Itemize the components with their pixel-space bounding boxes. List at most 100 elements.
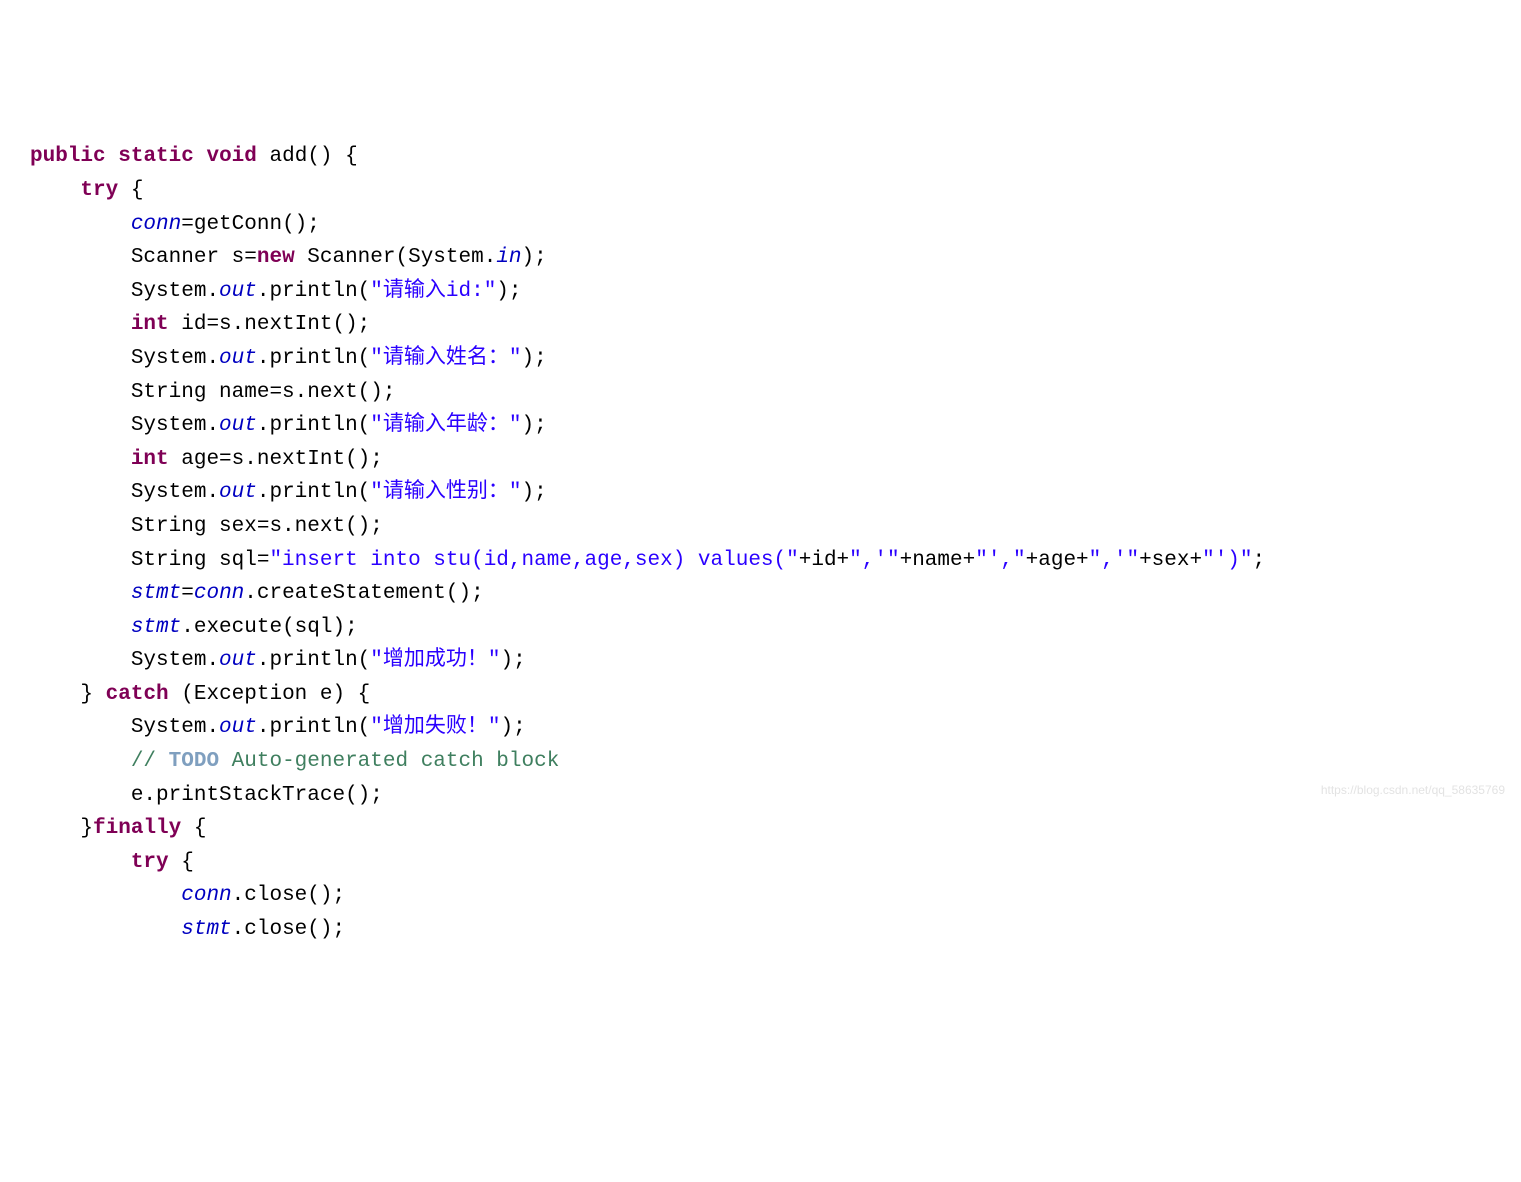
string-literal: "请输入性别：": [370, 481, 521, 504]
keyword-static: static: [118, 145, 194, 168]
code-text: .execute(sql);: [181, 616, 357, 639]
code-text: System.: [131, 347, 219, 370]
code-line: } catch (Exception e) {: [30, 683, 370, 706]
field-stmt: stmt: [131, 582, 181, 605]
code-text: );: [522, 481, 547, 504]
code-text: );: [522, 347, 547, 370]
code-line: int age=s.nextInt();: [30, 448, 383, 471]
string-literal: "')": [1202, 549, 1252, 572]
keyword-try: try: [80, 179, 118, 202]
string-literal: "请输入id:": [370, 280, 496, 303]
code-line: try {: [30, 179, 143, 202]
code-text: .println(: [257, 280, 370, 303]
string-literal: "请输入年龄：": [370, 414, 521, 437]
code-line: public static void add() {: [30, 145, 358, 168]
code-text: =getConn();: [181, 213, 320, 236]
code-text: String name=s.next();: [131, 381, 396, 404]
code-text: .println(: [257, 414, 370, 437]
field-in: in: [496, 246, 521, 269]
code-line: conn.close();: [30, 884, 345, 907]
code-text: System.: [131, 280, 219, 303]
code-text: .close();: [232, 918, 345, 941]
code-text: .createStatement();: [244, 582, 483, 605]
code-text: );: [522, 246, 547, 269]
field-out: out: [219, 280, 257, 303]
code-text: );: [496, 280, 521, 303]
code-line: conn=getConn();: [30, 213, 320, 236]
punct: {: [118, 179, 143, 202]
comment: Auto-generated catch block: [219, 750, 559, 773]
code-line: String sex=s.next();: [30, 515, 383, 538]
code-block: public static void add() { try { conn=ge…: [30, 140, 1521, 946]
code-line: // TODO Auto-generated catch block: [30, 750, 559, 773]
field-conn: conn: [131, 213, 181, 236]
code-line: String sql="insert into stu(id,name,age,…: [30, 549, 1265, 572]
watermark: https://blog.csdn.net/qq_58635769: [1321, 781, 1505, 800]
code-line: stmt=conn.createStatement();: [30, 582, 484, 605]
code-text: .close();: [232, 884, 345, 907]
code-text: +age+: [1026, 549, 1089, 572]
code-text: System.: [131, 716, 219, 739]
field-stmt: stmt: [131, 616, 181, 639]
code-text: String sex=s.next();: [131, 515, 383, 538]
code-line: System.out.println("增加成功！");: [30, 649, 526, 672]
code-text: .println(: [257, 716, 370, 739]
field-out: out: [219, 649, 257, 672]
field-out: out: [219, 481, 257, 504]
keyword-int: int: [131, 313, 169, 336]
code-text: .println(: [257, 481, 370, 504]
code-line: try {: [30, 851, 194, 874]
code-line: Scanner s=new Scanner(System.in);: [30, 246, 547, 269]
keyword-finally: finally: [93, 817, 181, 840]
todo-tag: TODO: [169, 750, 219, 773]
code-text: {: [181, 817, 206, 840]
code-text: .println(: [257, 649, 370, 672]
code-text: );: [522, 414, 547, 437]
method-name: add: [270, 145, 308, 168]
string-literal: "insert into stu(id,name,age,sex) values…: [269, 549, 798, 572]
code-text: );: [501, 649, 526, 672]
code-text: }: [80, 817, 93, 840]
code-text: =: [181, 582, 194, 605]
code-text: Scanner s=: [131, 246, 257, 269]
punct: () {: [307, 145, 357, 168]
string-literal: ",'": [1089, 549, 1139, 572]
code-text: );: [501, 716, 526, 739]
code-text: e.printStackTrace();: [131, 784, 383, 807]
code-line: e.printStackTrace();: [30, 784, 383, 807]
string-literal: ",'": [849, 549, 899, 572]
keyword-catch: catch: [106, 683, 169, 706]
string-literal: "请输入姓名：": [370, 347, 521, 370]
code-line: stmt.execute(sql);: [30, 616, 358, 639]
field-conn: conn: [181, 884, 231, 907]
code-text: }: [80, 683, 105, 706]
code-line: String name=s.next();: [30, 381, 395, 404]
keyword-void: void: [206, 145, 256, 168]
code-text: System.: [131, 481, 219, 504]
keyword-int: int: [131, 448, 169, 471]
code-text: System.: [131, 414, 219, 437]
code-text: String sql=: [131, 549, 270, 572]
code-text: Scanner(System.: [295, 246, 497, 269]
code-line: System.out.println("请输入性别：");: [30, 481, 547, 504]
keyword-public: public: [30, 145, 106, 168]
code-line: int id=s.nextInt();: [30, 313, 370, 336]
code-line: }finally {: [30, 817, 206, 840]
field-conn: conn: [194, 582, 244, 605]
code-text: +name+: [900, 549, 976, 572]
code-text: (Exception e) {: [169, 683, 371, 706]
field-out: out: [219, 414, 257, 437]
code-text: age=s.nextInt();: [169, 448, 383, 471]
string-literal: "增加成功！": [370, 649, 500, 672]
code-line: System.out.println("请输入id:");: [30, 280, 522, 303]
code-text: +sex+: [1139, 549, 1202, 572]
field-stmt: stmt: [181, 918, 231, 941]
code-line: stmt.close();: [30, 918, 345, 941]
code-text: id=s.nextInt();: [169, 313, 371, 336]
keyword-try: try: [131, 851, 169, 874]
code-line: System.out.println("请输入年龄：");: [30, 414, 547, 437]
string-literal: "增加失败！": [370, 716, 500, 739]
code-line: System.out.println("请输入姓名：");: [30, 347, 547, 370]
comment: //: [131, 750, 169, 773]
field-out: out: [219, 347, 257, 370]
